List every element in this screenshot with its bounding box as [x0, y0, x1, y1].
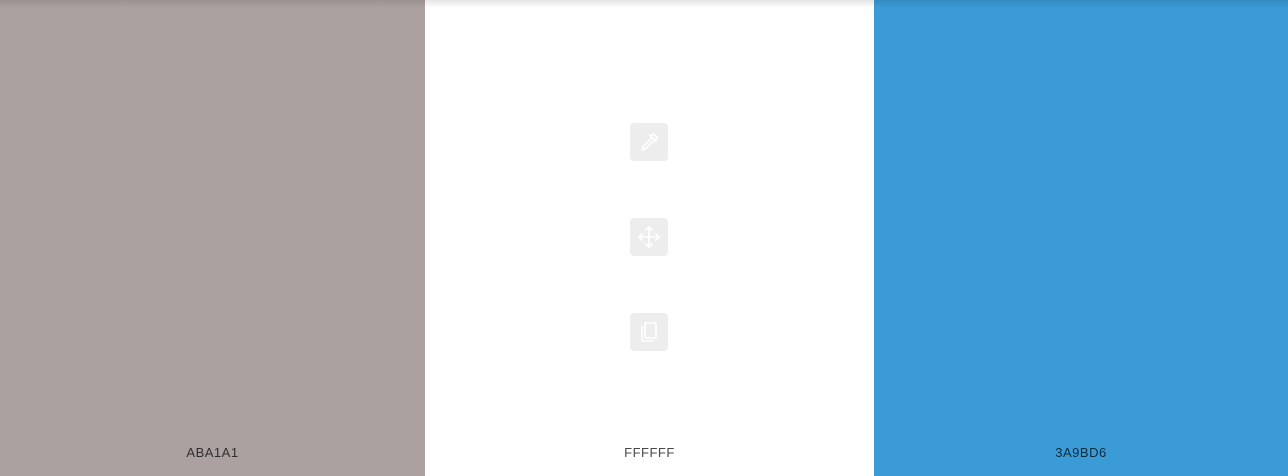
pick-color-button[interactable] [630, 123, 668, 161]
color-swatch-2[interactable]: FFFFFF [425, 0, 874, 476]
color-palette: ABA1A1 FFFFFF 3A9BD6 [0, 0, 1288, 476]
drag-swatch-button[interactable] [630, 218, 668, 256]
copy-hex-button[interactable] [630, 313, 668, 351]
hex-code-label[interactable]: FFFFFF [425, 445, 874, 460]
color-swatch-3[interactable]: 3A9BD6 [874, 0, 1288, 476]
color-swatch-1[interactable]: ABA1A1 [0, 0, 425, 476]
copy-icon [641, 322, 657, 342]
swatch-tools [630, 123, 668, 351]
hex-code-label[interactable]: ABA1A1 [0, 445, 425, 460]
move-arrows-icon [638, 226, 660, 248]
eyedropper-icon [641, 132, 659, 151]
hex-code-label[interactable]: 3A9BD6 [874, 445, 1288, 460]
